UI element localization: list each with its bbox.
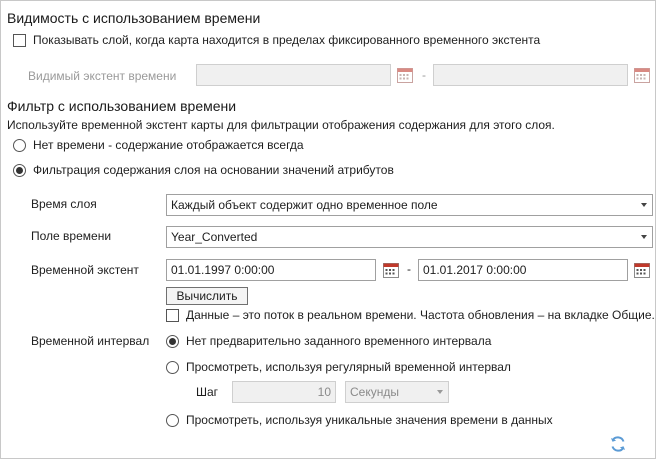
filter-by-attr-label: Фильтрация содержания слоя на основании … — [33, 163, 394, 177]
interval-unique-radio[interactable] — [166, 414, 179, 427]
layer-time-label: Время слоя — [31, 197, 97, 211]
visible-extent-start-input[interactable] — [196, 64, 391, 86]
no-time-label: Нет времени - содержание отображается вс… — [33, 138, 304, 152]
show-layer-checkbox[interactable] — [13, 34, 26, 47]
extent-separator: - — [422, 68, 426, 82]
visible-extent-end-input[interactable] — [433, 64, 628, 86]
refresh-icon[interactable] — [608, 434, 628, 454]
no-time-radio[interactable] — [13, 139, 26, 152]
visibility-heading: Видимость с использованием времени — [7, 10, 261, 26]
calendar-icon[interactable] — [382, 261, 400, 279]
calendar-icon[interactable] — [633, 66, 651, 84]
step-unit-value: Секунды — [350, 385, 399, 399]
step-label: Шаг — [196, 385, 219, 399]
time-field-value: Year_Converted — [171, 230, 258, 244]
time-extent-start-input[interactable]: 01.01.1997 0:00:00 — [166, 259, 376, 281]
filter-description: Используйте временной экстент карты для … — [7, 118, 555, 132]
step-unit-select[interactable]: Секунды — [345, 381, 449, 403]
time-field-select[interactable]: Year_Converted — [166, 226, 653, 248]
visible-extent-label: Видимый экстент времени — [28, 69, 177, 83]
calculate-button[interactable]: Вычислить — [166, 287, 248, 305]
time-extent-label: Временной экстент — [31, 263, 139, 277]
chevron-down-icon — [641, 203, 647, 207]
time-extent-end-input[interactable]: 01.01.2017 0:00:00 — [418, 259, 628, 281]
interval-unique-label: Просмотреть, используя уникальные значен… — [186, 413, 553, 427]
time-extent-separator: - — [407, 262, 411, 276]
show-layer-label: Показывать слой, когда карта находится в… — [33, 33, 541, 47]
time-interval-label: Временной интервал — [31, 334, 150, 348]
step-value-input[interactable]: 10 — [232, 381, 336, 403]
interval-regular-label: Просмотреть, используя регулярный времен… — [186, 360, 511, 374]
calendar-icon[interactable] — [633, 261, 651, 279]
interval-none-radio[interactable] — [166, 335, 179, 348]
live-stream-label: Данные – это поток в реальном времени. Ч… — [186, 308, 655, 322]
live-stream-checkbox[interactable] — [166, 309, 179, 322]
interval-regular-radio[interactable] — [166, 361, 179, 374]
filter-by-attr-radio[interactable] — [13, 164, 26, 177]
layer-time-value: Каждый объект содержит одно временное по… — [171, 198, 438, 212]
interval-none-label: Нет предварительно заданного временного … — [186, 334, 492, 348]
layer-time-select[interactable]: Каждый объект содержит одно временное по… — [166, 194, 653, 216]
time-field-label: Поле времени — [31, 229, 112, 243]
filter-heading: Фильтр с использованием времени — [7, 98, 237, 114]
chevron-down-icon — [437, 390, 443, 394]
calendar-icon[interactable] — [396, 66, 414, 84]
time-properties-panel: Видимость с использованием времени Показ… — [0, 0, 656, 459]
chevron-down-icon — [641, 235, 647, 239]
